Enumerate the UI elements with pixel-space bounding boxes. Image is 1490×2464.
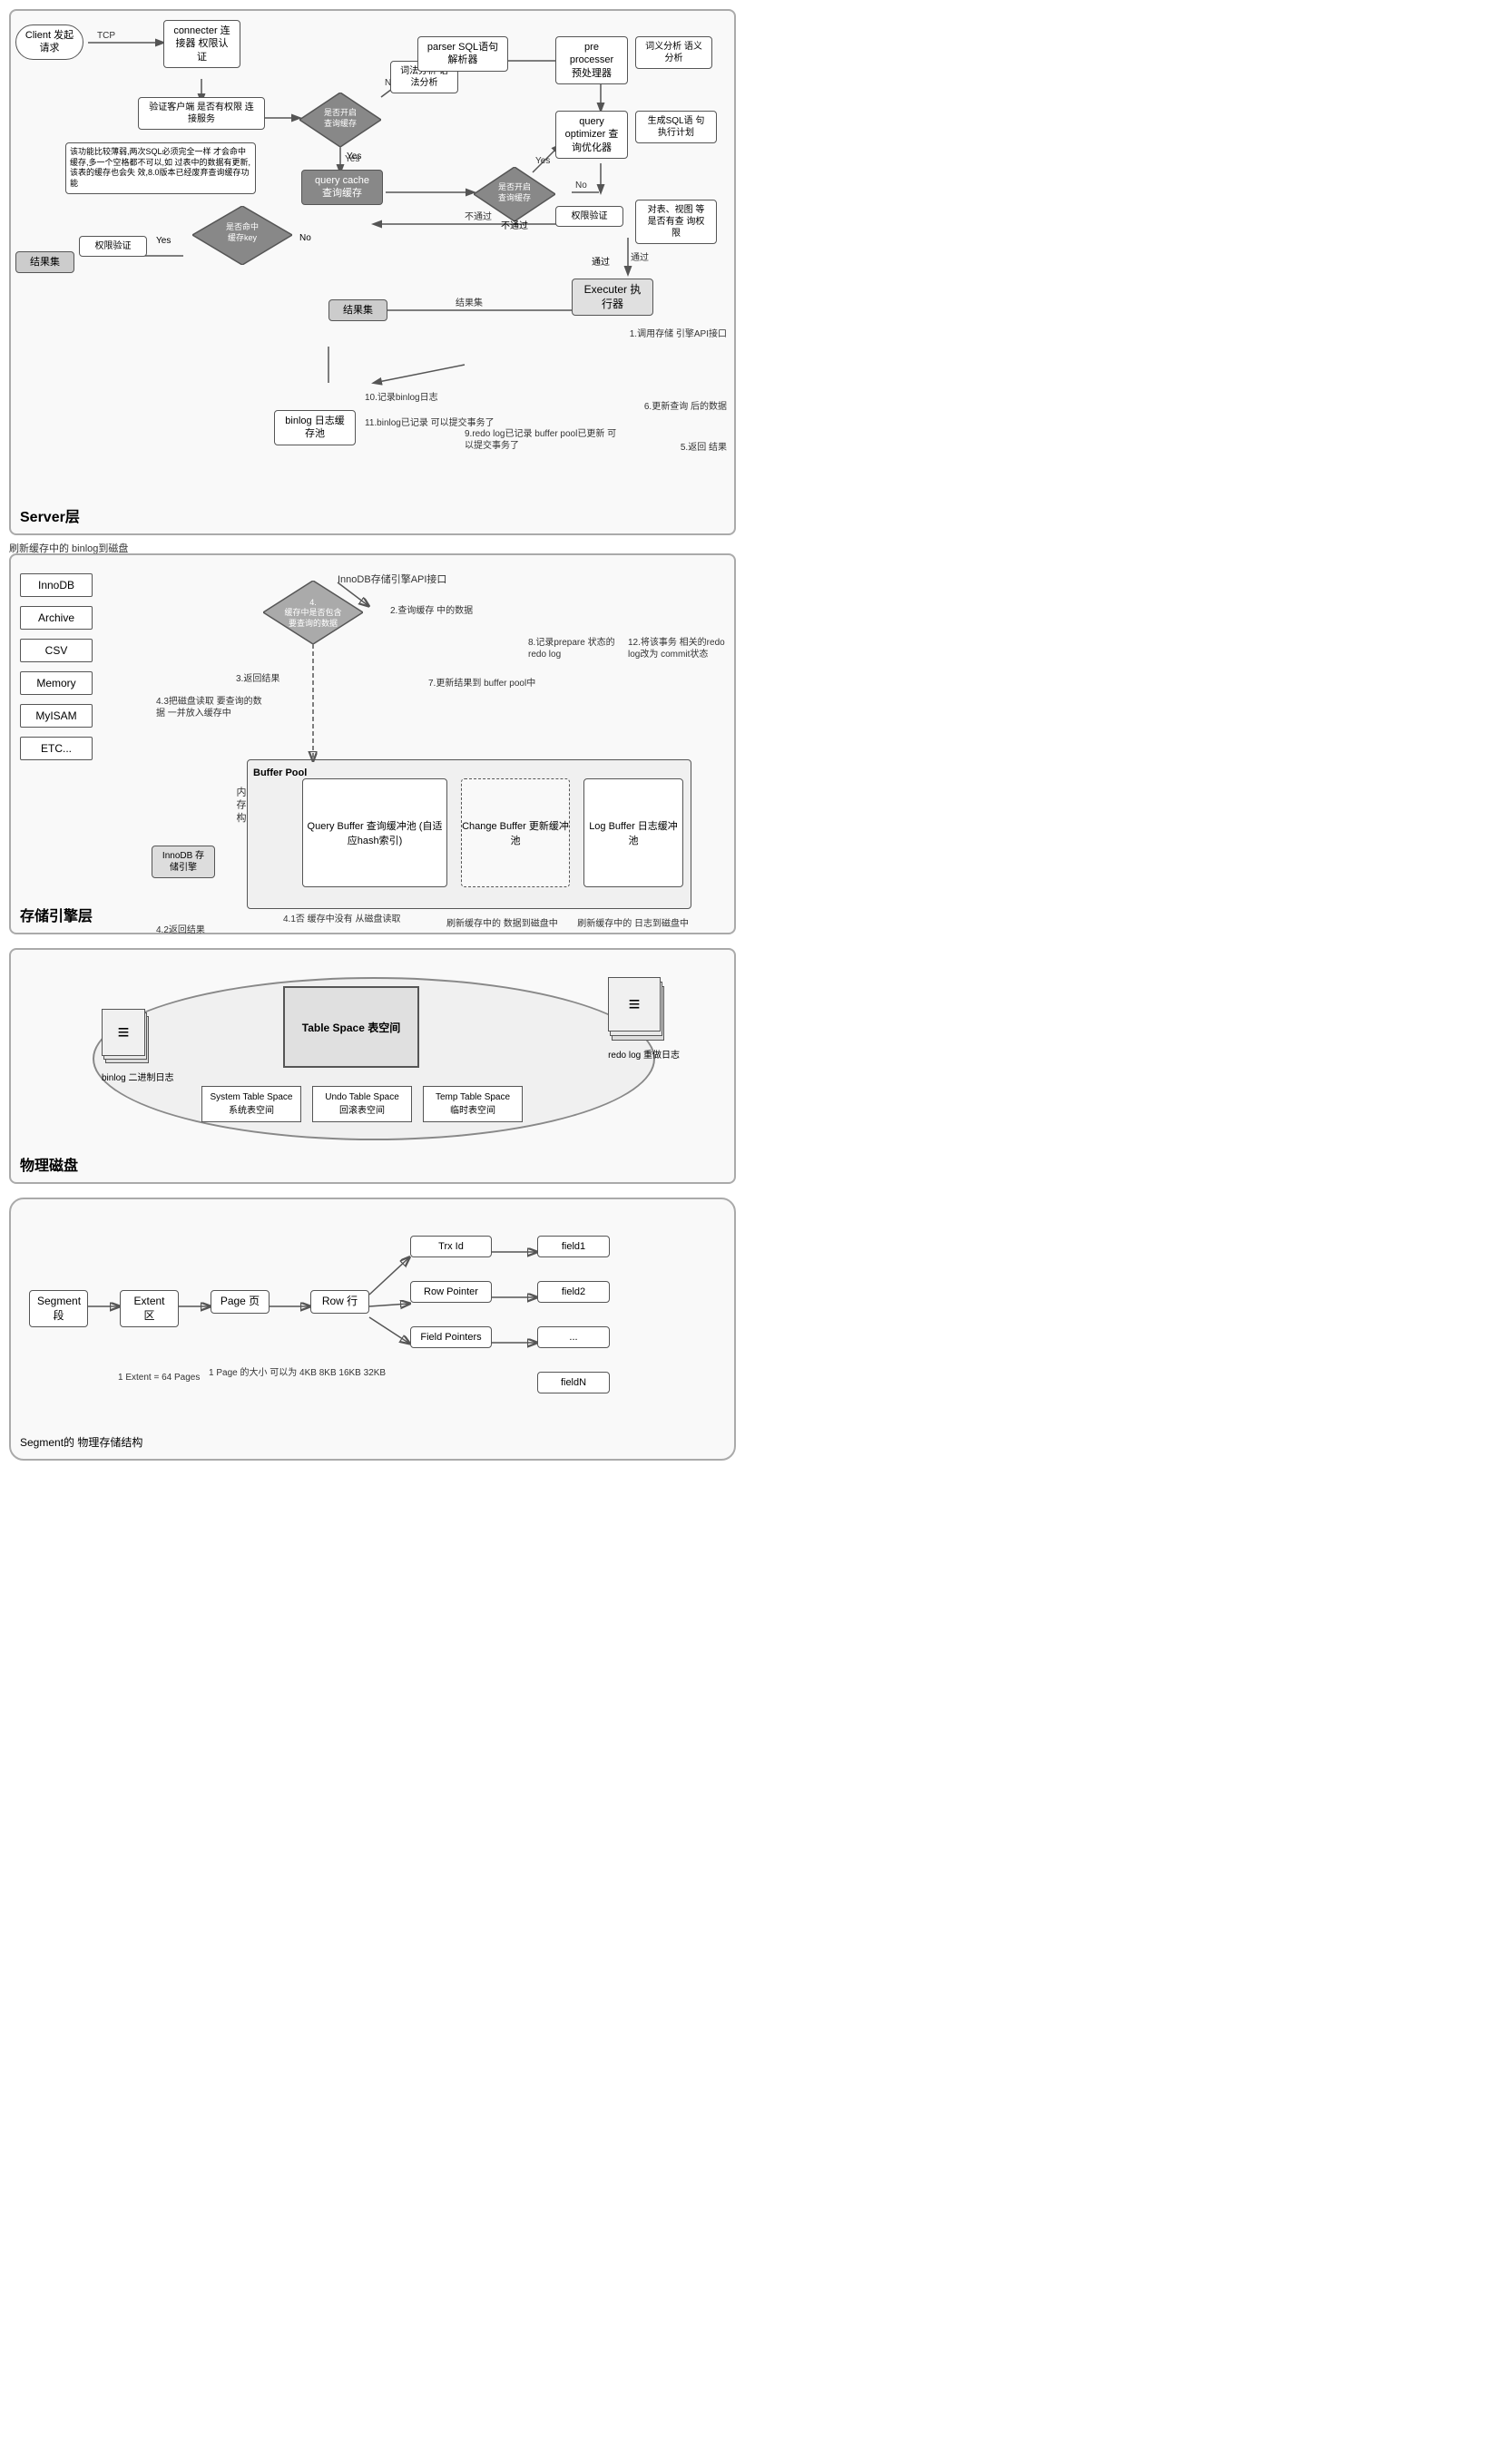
engine-innodb: InnoDB <box>20 573 93 597</box>
engine-etc: ETC... <box>20 737 93 760</box>
yes-label-3: Yes <box>156 236 171 246</box>
field1-box: field1 <box>537 1236 610 1257</box>
table-space-area: Table Space 表空间 <box>283 986 419 1068</box>
privilege-check1: 权限验证 <box>79 236 147 257</box>
binlog-area: ≡ binlog 二进制日志 <box>102 1009 173 1083</box>
ellipsis-box: ... <box>537 1326 610 1348</box>
binlog-pool-box: binlog 日志缓存池 <box>274 410 356 445</box>
row-pointer-box: Row Pointer <box>410 1281 492 1303</box>
disk-layer: 物理磁盘 ≡ binlog 二进制日志 Table Space 表空间 ≡ <box>9 948 736 1184</box>
parser-box: parser SQL语句解析器 <box>417 36 508 72</box>
preprocessor-box: pre processer 预处理器 <box>555 36 628 84</box>
flush-data-annot: 刷新缓存中的 数据到磁盘中 <box>446 918 558 930</box>
executer-box: Executer 执行器 <box>572 279 653 316</box>
optimizer-box: query optimizer 查询优化器 <box>555 111 628 159</box>
connecter-box: connecter 连接器 权限认证 <box>163 20 240 68</box>
view-check-box: 对表、视图 等是否有查 询权限 <box>635 200 717 244</box>
svg-text:是否开启: 是否开启 <box>324 107 357 117</box>
svg-text:No: No <box>575 181 587 191</box>
result-set2: 结果集 <box>328 299 387 321</box>
diamond2: 是否开启 查询缓存 <box>474 167 555 221</box>
segment-footer-label: Segment的 物理存储结构 <box>20 1434 142 1450</box>
client-box: Client 发起请求 <box>15 24 83 60</box>
row-box: Row 行 <box>310 1290 369 1314</box>
extent-note: 1 Extent = 64 Pages <box>118 1372 200 1384</box>
flush-log-annot: 刷新缓存中的 日志到磁盘中 <box>577 918 689 930</box>
engine-list: InnoDB Archive CSV Memory MyISAM ETC... <box>20 573 93 766</box>
main-wrapper: Server层 TCP No Yes Yes <box>0 0 745 1479</box>
extent-box: Extent 区 <box>120 1290 179 1327</box>
engine-myisam: MyISAM <box>20 704 93 728</box>
buffer-pool-area: Buffer Pool Query Buffer 查询缓冲池 (自适应hash索… <box>247 759 691 909</box>
note5-annot: 5.返回 结果 <box>681 442 727 454</box>
field2-box: field2 <box>537 1281 610 1303</box>
svg-text:缓存中是否包含: 缓存中是否包含 <box>284 607 341 617</box>
change-buffer-box: Change Buffer 更新缓冲池 <box>461 778 570 887</box>
fieldn-box: fieldN <box>537 1372 610 1393</box>
redo-log-area: ≡ redo log 重做日志 <box>608 977 680 1061</box>
gen-plan-box: 生成SQL语 句执行计划 <box>635 111 717 143</box>
note10-annot: 10.记录binlog日志 <box>365 392 438 404</box>
result-set1: 结果集 <box>15 251 74 273</box>
svg-text:Yes: Yes <box>535 156 550 166</box>
page-box: Page 页 <box>211 1290 270 1314</box>
no-pass-label: 不通过 <box>501 218 528 231</box>
svg-text:缓存key: 缓存key <box>228 232 258 242</box>
svg-text:是否命中: 是否命中 <box>226 221 259 231</box>
note11-annot: 11.binlog已记录 可以提交事务了 <box>365 417 510 429</box>
log-buffer-box: Log Buffer 日志缓冲池 <box>583 778 683 887</box>
diamond4: 4. 缓存中是否包含 要查询的数据 <box>263 581 363 644</box>
segment-layer: Segment的 物理存储结构 Segment 段 Extent 区 Page … <box>9 1198 736 1461</box>
svg-text:通过: 通过 <box>631 251 649 263</box>
segment-box: Segment 段 <box>29 1290 88 1327</box>
storage-layer-label: 存储引擎层 <box>20 904 93 925</box>
server-layer-label: Server层 <box>20 504 80 526</box>
buffer-pool-label: Buffer Pool <box>253 768 307 778</box>
note9-annot: 9.redo log已记录 buffer pool已更新 可以提交事务了 <box>465 428 619 452</box>
query-buffer-box: Query Buffer 查询缓冲池 (自适应hash索引) <box>302 778 447 887</box>
note41-annot: 4.1否 缓存中没有 从磁盘读取 <box>283 914 400 925</box>
server-layer: Server层 TCP No Yes Yes <box>9 9 736 535</box>
page-size-note: 1 Page 的大小 可以为 4KB 8KB 16KB 32KB <box>209 1367 386 1379</box>
yes-label-1: Yes <box>347 152 361 161</box>
engine-archive: Archive <box>20 606 93 630</box>
svg-text:结果集: 结果集 <box>456 297 483 308</box>
svg-text:查询缓存: 查询缓存 <box>324 118 357 128</box>
note42-annot: 4.2返回结果 <box>156 924 205 936</box>
query-cache-box: query cache 查询缓存 <box>301 170 383 205</box>
no-label-3: No <box>299 233 311 243</box>
svg-text:是否开启: 是否开启 <box>498 181 531 191</box>
note43-annot: 4.3把磁盘读取 要查询的数据 一并放入缓存中 <box>156 696 265 719</box>
svg-text:4.: 4. <box>309 598 317 607</box>
innodb-engine-label: InnoDB 存储引擎 <box>152 846 215 878</box>
verify-box: 验证客户端 是否有权限 连接服务 <box>138 97 265 130</box>
trx-id-box: Trx Id <box>410 1236 492 1257</box>
note8-annot: 8.记录prepare 状态的redo log <box>528 637 619 660</box>
field-pointers-box: Field Pointers <box>410 1326 492 1348</box>
note3-annot: 3.返回结果 <box>236 673 279 685</box>
inner-mem-label: 内 存 构 <box>224 787 247 822</box>
segment-flow-svg <box>11 1199 746 1462</box>
note7-annot: 7.更新结果到 buffer pool中 <box>428 678 535 689</box>
note6-annot: 6.更新查询 后的数据 <box>644 401 727 413</box>
pass-label: 通过 <box>592 254 610 268</box>
server-flow-svg: TCP No Yes Yes No <box>11 11 746 533</box>
api1-annot: 1.调用存储 引擎API接口 <box>630 328 727 340</box>
semantic-box: 词义分析 语义分析 <box>635 36 712 69</box>
svg-text:要查询的数据: 要查询的数据 <box>289 618 338 628</box>
svg-text:查询缓存: 查询缓存 <box>498 192 531 202</box>
sub-tablespaces: System Table Space 系统表空间 Undo Table Spac… <box>201 1086 523 1122</box>
engine-csv: CSV <box>20 639 93 662</box>
diamond1: 是否开启 查询缓存 <box>299 93 381 147</box>
diamond3: 是否命中 缓存key <box>192 206 292 265</box>
engine-memory: Memory <box>20 671 93 695</box>
cache-tip-box: 该功能比较薄弱,两次SQL必须完全一样 才会命中缓存,多一个空格都不可以,如 过… <box>65 142 256 194</box>
privilege-check2: 权限验证 <box>555 206 623 227</box>
svg-text:TCP: TCP <box>97 31 115 41</box>
disk-layer-label: 物理磁盘 <box>20 1153 78 1175</box>
note2-annot: 2.查询缓存 中的数据 <box>390 605 473 617</box>
note12-annot: 12.将该事务 相关的redo log改为 commit状态 <box>628 637 728 660</box>
storage-layer: 存储引擎层 InnoDB 存储引擎 InnoDB Archive CSV Mem… <box>9 553 736 934</box>
